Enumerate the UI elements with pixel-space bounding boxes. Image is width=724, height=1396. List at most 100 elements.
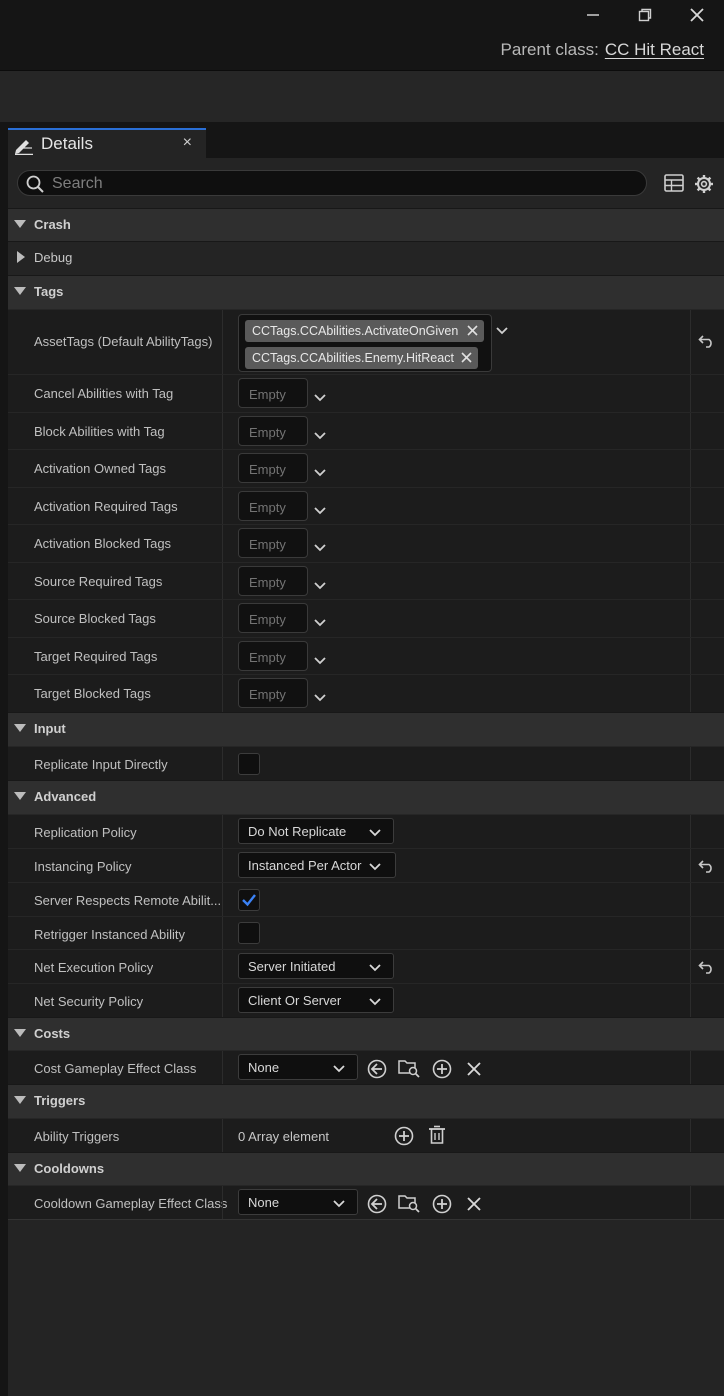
- chevron-down-icon[interactable]: [496, 323, 508, 338]
- category-tags[interactable]: Tags: [8, 275, 724, 309]
- net-execution-dropdown[interactable]: Server Initiated: [238, 953, 394, 979]
- property-label: Cost Gameplay Effect Class: [34, 1061, 197, 1076]
- tab-label: Details: [41, 134, 93, 153]
- search-box: [17, 170, 647, 196]
- chevron-down-icon[interactable]: [314, 653, 326, 668]
- net-security-dropdown[interactable]: Client Or Server: [238, 987, 394, 1013]
- checkmark-icon: [242, 894, 256, 907]
- tag-container-empty[interactable]: Empty: [238, 641, 308, 671]
- remove-tag-icon[interactable]: [460, 351, 473, 367]
- property-row-cooldown-effect: Cooldown Gameplay Effect Class None: [8, 1185, 724, 1220]
- browse-folder-icon[interactable]: [398, 1193, 420, 1216]
- use-selected-icon[interactable]: [367, 1194, 387, 1217]
- property-row-activation-owned: Activation Owned Tags Empty: [8, 449, 724, 487]
- cooldown-effect-class-picker[interactable]: None: [238, 1189, 358, 1215]
- column-divider: [690, 375, 691, 412]
- cost-effect-class-picker[interactable]: None: [238, 1054, 358, 1080]
- replicate-input-checkbox[interactable]: [238, 753, 260, 775]
- title-bar: Parent class: CC Hit React: [0, 0, 724, 71]
- reset-to-default-icon[interactable]: [698, 960, 716, 977]
- tag-container-empty[interactable]: Empty: [238, 453, 308, 483]
- settings-gear-icon[interactable]: [694, 174, 714, 197]
- column-divider: [690, 450, 691, 487]
- tag-container-empty[interactable]: Empty: [238, 603, 308, 633]
- category-costs[interactable]: Costs: [8, 1017, 724, 1050]
- column-divider: [690, 488, 691, 524]
- parent-class-label: Parent class:: [500, 40, 599, 59]
- tag-container-empty[interactable]: Empty: [238, 491, 308, 521]
- category-triggers[interactable]: Triggers: [8, 1084, 724, 1118]
- chevron-down-icon[interactable]: [314, 578, 326, 593]
- column-divider: [690, 849, 691, 882]
- add-icon[interactable]: [432, 1194, 452, 1217]
- property-label: Target Required Tags: [34, 649, 158, 664]
- expanded-arrow-icon: [14, 220, 26, 228]
- tag-container-empty[interactable]: Empty: [238, 378, 308, 408]
- collapsed-arrow-icon: [17, 251, 25, 263]
- delete-all-icon[interactable]: [428, 1125, 446, 1148]
- search-input[interactable]: [50, 173, 634, 195]
- close-icon[interactable]: [684, 4, 710, 26]
- clear-icon[interactable]: [466, 1061, 482, 1080]
- tag-container-empty[interactable]: Empty: [238, 528, 308, 558]
- instancing-policy-dropdown[interactable]: Instanced Per Actor: [238, 852, 396, 878]
- column-divider: [222, 600, 223, 637]
- restore-icon[interactable]: [632, 4, 658, 26]
- category-label: Advanced: [34, 789, 97, 804]
- property-row-ability-triggers: Ability Triggers 0 Array element: [8, 1118, 724, 1152]
- tag-container-empty[interactable]: Empty: [238, 678, 308, 708]
- clear-icon[interactable]: [466, 1196, 482, 1215]
- retrigger-checkbox[interactable]: [238, 922, 260, 944]
- toolbar-strip: [0, 71, 724, 122]
- server-respects-checkbox[interactable]: [238, 889, 260, 911]
- column-divider: [690, 984, 691, 1017]
- chevron-down-icon: [369, 825, 381, 840]
- property-label: Net Execution Policy: [34, 960, 154, 975]
- reset-to-default-icon[interactable]: [698, 334, 716, 351]
- property-row-cancel-abilities: Cancel Abilities with Tag Empty: [8, 374, 724, 412]
- chevron-down-icon[interactable]: [314, 390, 326, 405]
- property-row-cost-effect: Cost Gameplay Effect Class None: [8, 1050, 724, 1084]
- category-advanced[interactable]: Advanced: [8, 780, 724, 814]
- chevron-down-icon[interactable]: [314, 428, 326, 443]
- reset-to-default-icon[interactable]: [698, 859, 716, 876]
- expanded-arrow-icon: [14, 1029, 26, 1037]
- add-icon[interactable]: [432, 1059, 452, 1082]
- property-row-server-respects: Server Respects Remote Abilit...: [8, 882, 724, 916]
- minimize-icon[interactable]: [580, 4, 606, 26]
- use-selected-icon[interactable]: [367, 1059, 387, 1082]
- expanded-arrow-icon: [14, 1096, 26, 1104]
- property-label: Ability Triggers: [34, 1129, 120, 1144]
- property-row-target-required: Target Required Tags Empty: [8, 637, 724, 674]
- remove-tag-icon[interactable]: [466, 324, 479, 340]
- tag-container-empty[interactable]: Empty: [238, 416, 308, 446]
- tab-close-icon[interactable]: ×: [183, 134, 192, 152]
- tag-chip-label: CCTags.CCAbilities.ActivateOnGiven: [252, 324, 459, 338]
- parent-class-link[interactable]: CC Hit React: [605, 40, 704, 59]
- chevron-down-icon[interactable]: [314, 465, 326, 480]
- chevron-down-icon: [333, 1061, 345, 1076]
- property-label: Activation Blocked Tags: [34, 536, 172, 551]
- category-crash[interactable]: Crash: [8, 208, 724, 241]
- property-row-activation-required: Activation Required Tags Empty: [8, 487, 724, 524]
- table-view-icon[interactable]: [664, 174, 684, 195]
- property-row-target-blocked: Target Blocked Tags Empty: [8, 674, 724, 712]
- chevron-down-icon[interactable]: [314, 615, 326, 630]
- column-divider: [222, 1119, 223, 1152]
- chevron-down-icon[interactable]: [314, 503, 326, 518]
- category-cooldowns[interactable]: Cooldowns: [8, 1152, 724, 1185]
- category-debug[interactable]: Debug: [8, 241, 724, 275]
- column-divider: [222, 815, 223, 848]
- expanded-arrow-icon: [14, 792, 26, 800]
- chevron-down-icon[interactable]: [314, 690, 326, 705]
- chevron-down-icon[interactable]: [314, 540, 326, 555]
- browse-folder-icon[interactable]: [398, 1058, 420, 1081]
- tab-details[interactable]: Details ×: [8, 128, 206, 158]
- tag-container-empty[interactable]: Empty: [238, 566, 308, 596]
- replication-policy-dropdown[interactable]: Do Not Replicate: [238, 818, 394, 844]
- parent-class: Parent class: CC Hit React: [501, 40, 704, 60]
- property-label: Instancing Policy: [34, 859, 132, 874]
- add-element-icon[interactable]: [394, 1126, 414, 1149]
- category-input[interactable]: Input: [8, 712, 724, 746]
- search-row: [8, 158, 724, 208]
